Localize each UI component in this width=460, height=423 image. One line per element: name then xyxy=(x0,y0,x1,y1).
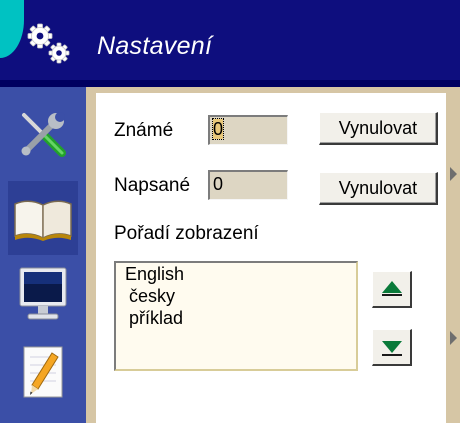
list-item[interactable]: příklad xyxy=(116,307,356,329)
title-bar-stripe xyxy=(0,80,460,87)
sidebar xyxy=(0,87,86,423)
content-frame: Známé 0 Vynulovat Napsané 0 Vynulovat Po… xyxy=(86,87,460,423)
display-order-label: Pořadí zobrazení xyxy=(114,223,259,244)
sidebar-item-tools[interactable] xyxy=(8,97,78,171)
title-bar: Nastavení xyxy=(0,0,460,87)
window-title: Nastavení xyxy=(97,32,213,60)
written-count-value: 0 xyxy=(213,174,224,194)
written-count-field[interactable]: 0 xyxy=(208,170,288,200)
list-item[interactable]: česky xyxy=(116,285,356,307)
known-label: Známé xyxy=(114,120,174,141)
display-order-list[interactable]: English česky příklad xyxy=(114,261,358,371)
reset-written-button[interactable]: Vynulovat xyxy=(319,172,438,205)
tools-icon xyxy=(21,112,66,157)
expand-arrow-icon[interactable] xyxy=(450,331,458,345)
arrow-down-icon xyxy=(382,341,402,356)
move-up-button[interactable] xyxy=(372,271,412,308)
title-bar-accent xyxy=(0,0,24,58)
written-label: Napsané xyxy=(114,175,191,196)
sidebar-item-monitor[interactable] xyxy=(8,257,78,331)
sidebar-item-notepad[interactable] xyxy=(8,335,78,409)
arrow-up-icon xyxy=(382,281,402,296)
known-count-value: 0 xyxy=(211,118,225,140)
book-icon xyxy=(14,200,72,241)
gears-icon xyxy=(26,22,78,70)
expand-arrow-icon[interactable] xyxy=(450,167,458,181)
reset-known-button[interactable]: Vynulovat xyxy=(319,112,438,145)
list-item[interactable]: English xyxy=(116,263,356,285)
sidebar-item-book[interactable] xyxy=(8,181,78,255)
monitor-icon xyxy=(19,267,67,320)
settings-panel: Známé 0 Vynulovat Napsané 0 Vynulovat Po… xyxy=(96,93,446,423)
known-count-field[interactable]: 0 xyxy=(208,115,288,145)
move-down-button[interactable] xyxy=(372,329,412,366)
notepad-pencil-icon xyxy=(23,346,63,398)
